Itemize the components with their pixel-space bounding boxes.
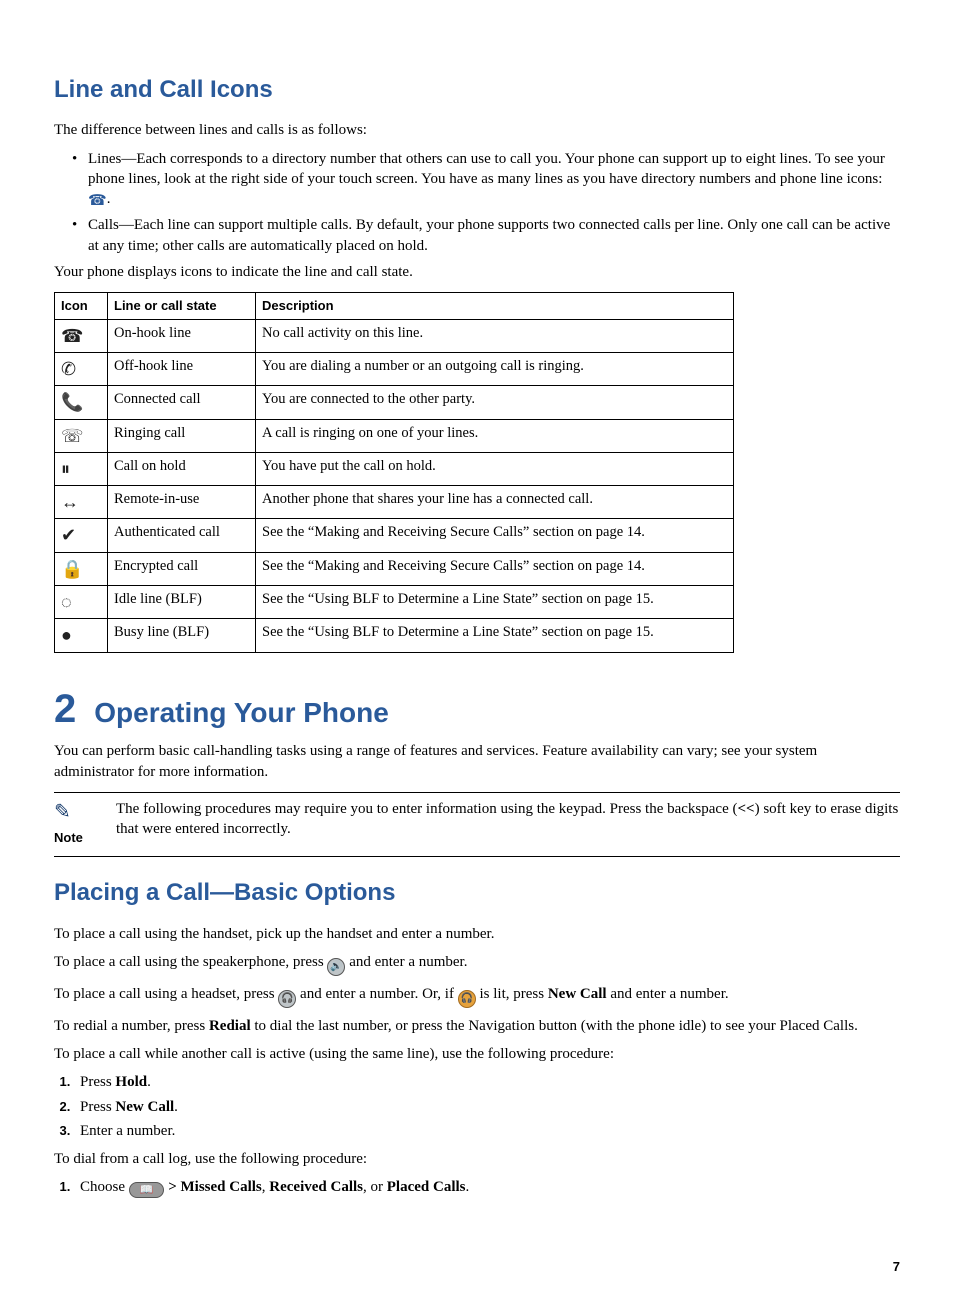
row-icon: ☏ (55, 419, 108, 452)
speaker-button-icon: 🔊 (327, 958, 345, 976)
row-state: Connected call (108, 386, 256, 419)
row-icon: ⏸ (55, 452, 108, 485)
th-state: Line or call state (108, 293, 256, 320)
call-log-step-1: Choose 📖 > Missed Calls, Received Calls,… (74, 1177, 900, 1198)
row-state: On-hook line (108, 319, 256, 352)
p4a: To redial a number, press (54, 1018, 209, 1034)
row-desc: No call activity on this line. (256, 319, 734, 352)
intro-paragraph: The difference between lines and calls i… (54, 120, 900, 140)
th-desc: Description (256, 293, 734, 320)
phone-line-icon: ☎ (88, 191, 107, 211)
note-body: The following procedures may require you… (116, 799, 900, 840)
redial-label: Redial (209, 1018, 251, 1034)
note-icon: ✎ (54, 799, 98, 826)
row-state: Remote-in-use (108, 486, 256, 519)
row-state: Off-hook line (108, 352, 256, 385)
row-desc: See the “Using BLF to Determine a Line S… (256, 619, 734, 652)
p-speakerphone: To place a call using the speakerphone, … (54, 952, 900, 976)
call-log-steps: Choose 📖 > Missed Calls, Received Calls,… (74, 1177, 900, 1198)
p4b: to dial the last number, or press the Na… (251, 1018, 858, 1034)
row-icon: ◌ (55, 586, 108, 619)
placed-calls-label: Placed Calls (387, 1179, 466, 1195)
s2pre: Choose (80, 1179, 129, 1195)
row-icon: 📞 (55, 386, 108, 419)
row-state: Idle line (BLF) (108, 586, 256, 619)
row-icon: ↔ (55, 486, 108, 519)
bullet-calls: Calls—Each line can support multiple cal… (72, 215, 900, 256)
section-heading-placing: Placing a Call—Basic Options (54, 877, 900, 909)
backspace-key: << (737, 801, 754, 817)
row-state: Encrypted call (108, 552, 256, 585)
note-label: Note (54, 830, 83, 845)
p2a: To place a call using the speakerphone, … (54, 954, 327, 970)
section-heading-icons: Line and Call Icons (54, 74, 900, 106)
chapter-number: 2 (54, 689, 76, 729)
row-desc: You have put the call on hold. (256, 452, 734, 485)
chapter-heading: 2 Operating Your Phone (54, 689, 900, 732)
row-icon: ✔ (55, 519, 108, 552)
p3c: is lit, press (476, 986, 548, 1002)
row-desc: A call is ringing on one of your lines. (256, 419, 734, 452)
procedure-step: Enter a number. (74, 1121, 900, 1141)
headset-button-icon: 🎧 (278, 990, 296, 1008)
chapter-intro: You can perform basic call-handling task… (54, 741, 900, 782)
row-icon: ✆ (55, 352, 108, 385)
icon-state-table: Icon Line or call state Description ☎On-… (54, 292, 734, 653)
table-row: ●Busy line (BLF)See the “Using BLF to De… (55, 619, 734, 652)
chapter-title: Operating Your Phone (94, 694, 389, 732)
p-headset: To place a call using a headset, press 🎧… (54, 984, 900, 1008)
note-block: ✎ Note The following procedures may requ… (54, 792, 900, 857)
or-text: , or (363, 1179, 387, 1195)
headset-lit-icon: 🎧 (458, 990, 476, 1008)
directories-glyph: 📖 (140, 1184, 154, 1196)
p3a: To place a call using a headset, press (54, 986, 278, 1002)
row-desc: You are connected to the other party. (256, 386, 734, 419)
row-state: Ringing call (108, 419, 256, 452)
table-row: ☎On-hook lineNo call activity on this li… (55, 319, 734, 352)
table-row: ⏸Call on holdYou have put the call on ho… (55, 452, 734, 485)
procedure-steps: Press Hold. Press New Call. Enter a number… (74, 1072, 900, 1141)
row-icon: ☎ (55, 319, 108, 352)
row-state: Authenticated call (108, 519, 256, 552)
row-desc: See the “Using BLF to Determine a Line S… (256, 586, 734, 619)
page-number: 7 (54, 1258, 900, 1276)
table-row: 📞Connected callYou are connected to the … (55, 386, 734, 419)
p-active-call: To place a call while another call is ac… (54, 1044, 900, 1064)
row-desc: You are dialing a number or an outgoing … (256, 352, 734, 385)
row-state: Busy line (BLF) (108, 619, 256, 652)
bullet-list: Lines—Each corresponds to a directory nu… (72, 149, 900, 256)
table-row: ☏Ringing callA call is ringing on one of… (55, 419, 734, 452)
bullet-lines: Lines—Each corresponds to a directory nu… (72, 149, 900, 212)
th-icon: Icon (55, 293, 108, 320)
p3d: and enter a number. (607, 986, 729, 1002)
row-desc: See the “Making and Receiving Secure Cal… (256, 552, 734, 585)
missed-calls-label: Missed Calls (181, 1179, 262, 1195)
table-row: ◌Idle line (BLF)See the “Using BLF to De… (55, 586, 734, 619)
procedure-step: Press Hold. (74, 1072, 900, 1092)
row-icon: ● (55, 619, 108, 652)
menu-arrow: > (164, 1179, 180, 1195)
table-row: ↔Remote-in-useAnother phone that shares … (55, 486, 734, 519)
p-redial: To redial a number, press Redial to dial… (54, 1016, 900, 1036)
p3b: and enter a number. Or, if (296, 986, 457, 1002)
row-state: Call on hold (108, 452, 256, 485)
p2b: and enter a number. (345, 954, 467, 970)
row-desc: Another phone that shares your line has … (256, 486, 734, 519)
received-calls-label: Received Calls (269, 1179, 363, 1195)
table-row: ✆Off-hook lineYou are dialing a number o… (55, 352, 734, 385)
p-call-log: To dial from a call log, use the followi… (54, 1149, 900, 1169)
bullet-lines-text: Lines—Each corresponds to a directory nu… (88, 151, 885, 187)
table-row: 🔒Encrypted callSee the “Making and Recei… (55, 552, 734, 585)
directories-button-icon: 📖 (129, 1182, 165, 1198)
period: . (466, 1179, 470, 1195)
table-lead: Your phone displays icons to indicate th… (54, 262, 900, 282)
p-handset: To place a call using the handset, pick … (54, 924, 900, 944)
row-desc: See the “Making and Receiving Secure Cal… (256, 519, 734, 552)
note-text-a: The following procedures may require you… (116, 801, 737, 817)
new-call-label: New Call (548, 986, 607, 1002)
row-icon: 🔒 (55, 552, 108, 585)
table-row: ✔Authenticated callSee the “Making and R… (55, 519, 734, 552)
procedure-step: Press New Call. (74, 1097, 900, 1117)
